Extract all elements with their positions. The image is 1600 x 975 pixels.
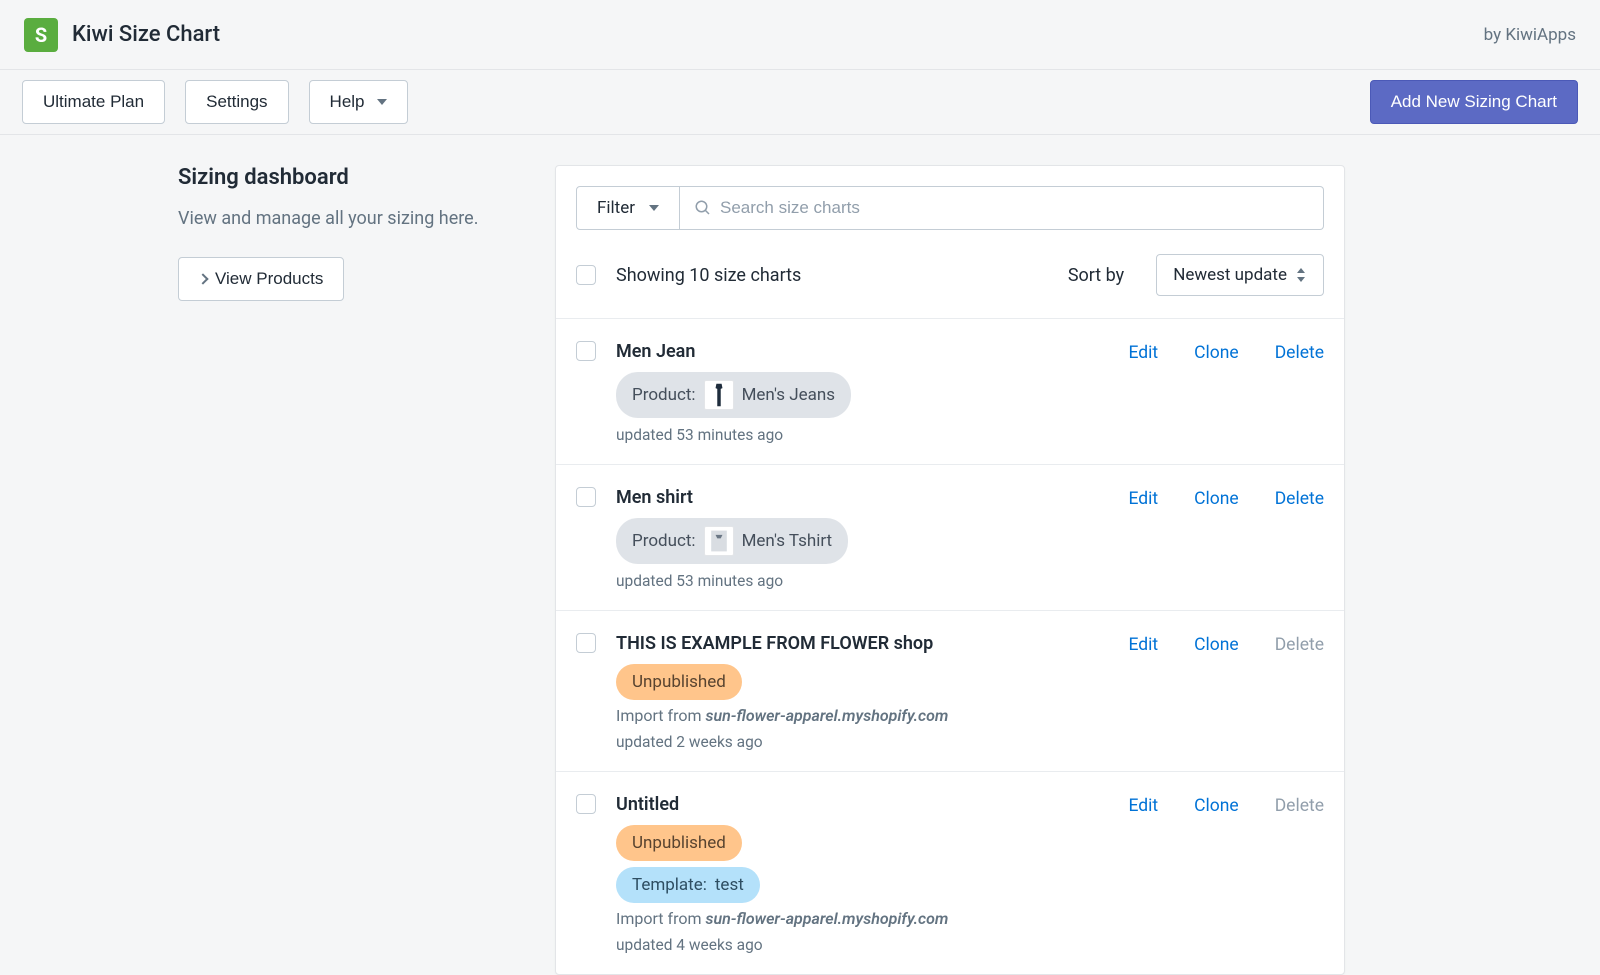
row-checkbox[interactable]	[576, 794, 596, 814]
select-all-checkbox[interactable]	[576, 265, 596, 285]
import-line: Import from sun-flower-apparel.myshopify…	[616, 706, 1108, 725]
settings-button[interactable]: Settings	[185, 80, 288, 124]
edit-link[interactable]: Edit	[1128, 489, 1158, 590]
chart-title: Men Jean	[616, 341, 1108, 362]
caret-down-icon	[377, 99, 387, 105]
row-checkbox[interactable]	[576, 633, 596, 653]
by-line: by KiwiApps	[1484, 25, 1576, 45]
view-products-button[interactable]: View Products	[178, 257, 344, 301]
template-prefix: Template:	[632, 875, 707, 895]
sort-arrows-icon	[1297, 268, 1307, 282]
product-thumbnail-icon	[704, 380, 734, 410]
app-name: Kiwi Size Chart	[72, 22, 220, 47]
chart-title: THIS IS EXAMPLE FROM FLOWER shop	[616, 633, 1108, 654]
product-badge-prefix: Product:	[632, 385, 696, 405]
row-main: Men Jean Product: Men's Jeans updated 53…	[616, 341, 1108, 444]
edit-link[interactable]: Edit	[1128, 635, 1158, 751]
import-prefix: Import from	[616, 706, 702, 725]
table-row: Men shirt Product: Men's Tshirt updated …	[556, 464, 1344, 610]
chart-title: Untitled	[616, 794, 1108, 815]
edit-link[interactable]: Edit	[1128, 796, 1158, 954]
sizing-charts-card: Filter Showing 10 size charts Sort by Ne…	[555, 165, 1345, 975]
row-checkbox[interactable]	[576, 487, 596, 507]
updated-text: updated 2 weeks ago	[616, 733, 1108, 751]
product-name: Men's Tshirt	[742, 531, 833, 551]
updated-text: updated 4 weeks ago	[616, 936, 1108, 954]
product-name: Men's Jeans	[742, 385, 835, 405]
add-new-sizing-chart-button[interactable]: Add New Sizing Chart	[1370, 80, 1578, 124]
product-badge-prefix: Product:	[632, 531, 696, 551]
filter-row: Filter	[556, 166, 1344, 230]
row-checkbox[interactable]	[576, 341, 596, 361]
row-main: Men shirt Product: Men's Tshirt updated …	[616, 487, 1108, 590]
clone-link[interactable]: Clone	[1194, 343, 1239, 444]
chart-title: Men shirt	[616, 487, 1108, 508]
table-row: Untitled Unpublished Template: test Impo…	[556, 771, 1344, 974]
help-button-label: Help	[330, 92, 365, 112]
app-logo-icon: S	[24, 18, 58, 52]
help-button[interactable]: Help	[309, 80, 408, 124]
clone-link[interactable]: Clone	[1194, 796, 1239, 954]
topbar: S Kiwi Size Chart by KiwiApps	[0, 0, 1600, 70]
actionbar: Ultimate Plan Settings Help Add New Sizi…	[0, 70, 1600, 135]
unpublished-badge: Unpublished	[616, 664, 742, 700]
delete-link[interactable]: Delete	[1275, 489, 1324, 590]
import-line: Import from sun-flower-apparel.myshopify…	[616, 909, 1108, 928]
template-name: test	[715, 875, 744, 895]
sort-value: Newest update	[1173, 265, 1287, 285]
import-prefix: Import from	[616, 909, 702, 928]
view-products-label: View Products	[215, 269, 323, 289]
sort-by-label: Sort by	[1068, 265, 1124, 286]
import-source: sun-flower-apparel.myshopify.com	[705, 706, 948, 725]
delete-link: Delete	[1275, 635, 1324, 751]
chevron-right-icon	[197, 273, 208, 284]
updated-text: updated 53 minutes ago	[616, 572, 1108, 590]
ultimate-plan-button[interactable]: Ultimate Plan	[22, 80, 165, 124]
search-wrap	[680, 186, 1324, 230]
list-header: Showing 10 size charts Sort by Newest up…	[556, 230, 1344, 318]
sort-select[interactable]: Newest update	[1156, 254, 1324, 296]
row-main: Untitled Unpublished Template: test Impo…	[616, 794, 1108, 954]
caret-down-icon	[649, 205, 659, 211]
table-row: THIS IS EXAMPLE FROM FLOWER shop Unpubli…	[556, 610, 1344, 771]
product-thumbnail-icon	[704, 526, 734, 556]
page-title: Sizing dashboard	[178, 165, 515, 190]
main: Sizing dashboard View and manage all you…	[0, 135, 1600, 975]
row-main: THIS IS EXAMPLE FROM FLOWER shop Unpubli…	[616, 633, 1108, 751]
page-subtitle: View and manage all your sizing here.	[178, 208, 515, 229]
sidebar: Sizing dashboard View and manage all you…	[0, 165, 555, 975]
search-icon	[694, 199, 712, 217]
edit-link[interactable]: Edit	[1128, 343, 1158, 444]
clone-link[interactable]: Clone	[1194, 489, 1239, 590]
showing-count: Showing 10 size charts	[616, 265, 1048, 286]
brand: S Kiwi Size Chart	[24, 18, 220, 52]
product-badge: Product: Men's Jeans	[616, 372, 851, 418]
product-badge: Product: Men's Tshirt	[616, 518, 848, 564]
template-badge: Template: test	[616, 867, 760, 903]
search-input[interactable]	[712, 187, 1309, 229]
filter-label: Filter	[597, 198, 635, 218]
import-source: sun-flower-apparel.myshopify.com	[705, 909, 948, 928]
updated-text: updated 53 minutes ago	[616, 426, 1108, 444]
clone-link[interactable]: Clone	[1194, 635, 1239, 751]
table-row: Men Jean Product: Men's Jeans updated 53…	[556, 318, 1344, 464]
delete-link: Delete	[1275, 796, 1324, 954]
unpublished-badge: Unpublished	[616, 825, 742, 861]
filter-button[interactable]: Filter	[576, 186, 680, 230]
delete-link[interactable]: Delete	[1275, 343, 1324, 444]
